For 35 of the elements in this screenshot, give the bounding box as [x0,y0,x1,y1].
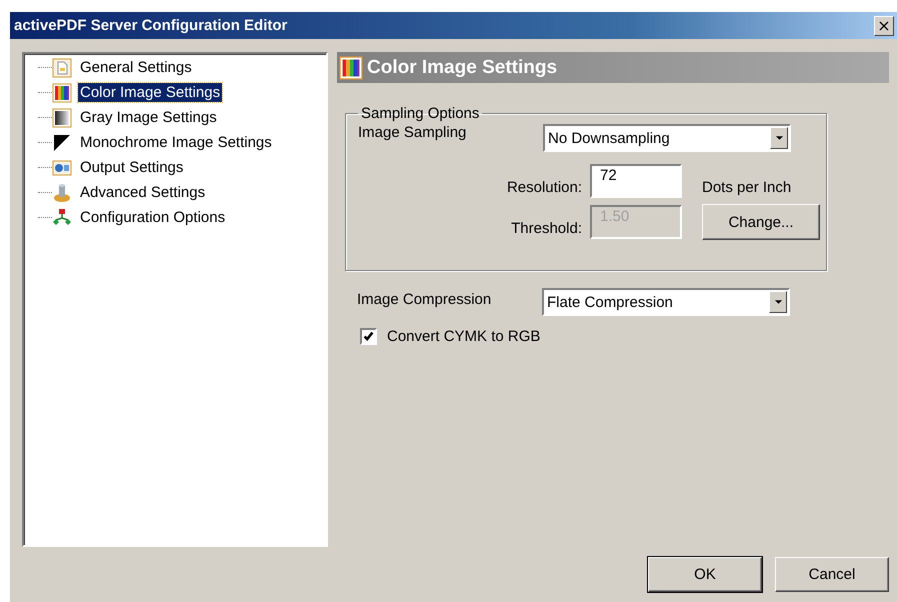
checkmark-icon [362,330,375,343]
field-label: Image Compression [357,290,492,308]
field-label: Resolution: [506,178,582,196]
tree-item[interactable]: Configuration Options [78,208,228,227]
tree-item[interactable]: Advanced Settings [78,183,208,202]
color-bars-icon [52,82,72,102]
close-button[interactable]: × [874,16,894,36]
dropdown[interactable]: Flate Compression [542,288,790,316]
tree-item[interactable]: Output Settings [78,158,186,177]
cancel-button[interactable]: Cancel [775,557,889,592]
field-label: Image Sampling [358,124,468,141]
tree-item[interactable]: Gray Image Settings [78,108,219,127]
output-icon [52,158,72,178]
gradient-icon [52,108,72,128]
color-bars-icon [339,56,363,80]
field-label: Threshold: [510,220,582,236]
window-title: activePDF Server Configuration Editor [14,17,288,34]
caret-icon [774,299,782,305]
group-title: Sampling Options [360,105,480,122]
diagonal-split-icon [52,132,72,152]
checkbox-label: Convert CYMK to RGB [387,328,540,345]
change-button[interactable]: Change... [702,204,820,240]
unit-label: Dots per Inch [702,178,792,196]
caret-icon [774,135,784,141]
cylinder-icon [52,182,72,202]
panel-title: Color Image Settings [367,56,558,78]
tree-item[interactable]: Monochrome Image Settings [78,133,274,152]
document-icon [52,58,72,78]
checkbox[interactable] [360,328,377,345]
dropdown[interactable]: No Downsampling [543,124,791,152]
resolution-field[interactable]: 72 [590,164,682,198]
flowchart-icon [52,208,72,228]
tree-item[interactable]: General Settings [78,58,194,77]
tree-item[interactable]: Color Image Settings [78,83,222,102]
ok-button[interactable]: OK [648,557,762,592]
